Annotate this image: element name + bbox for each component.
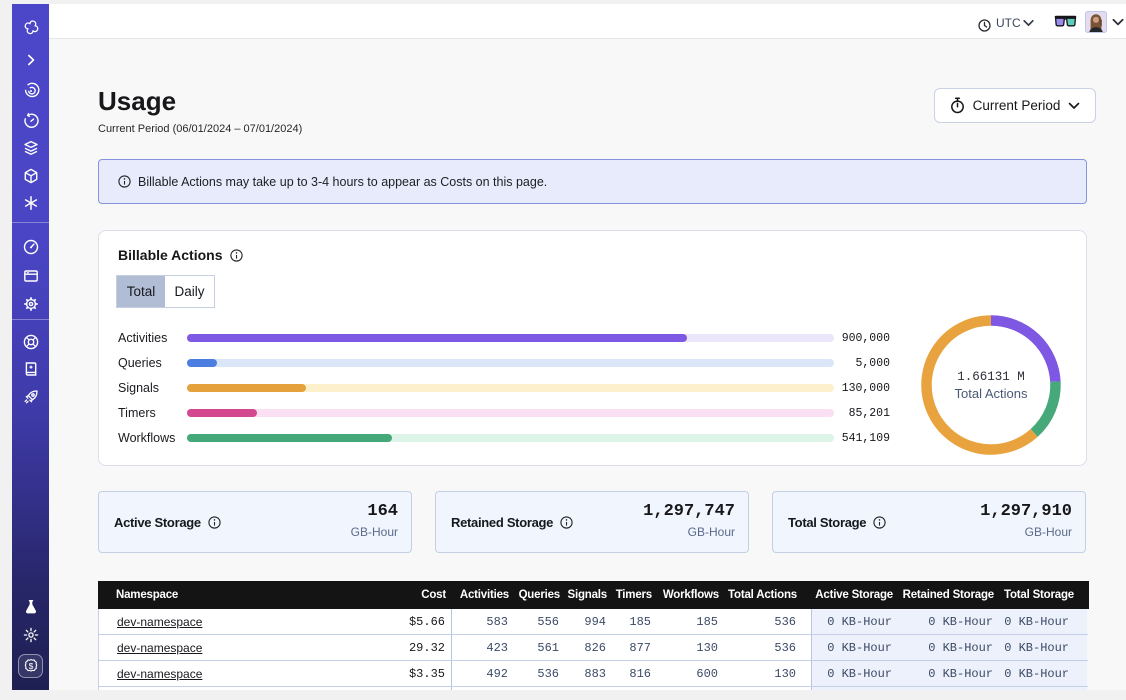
svg-text:$: $: [28, 661, 33, 671]
